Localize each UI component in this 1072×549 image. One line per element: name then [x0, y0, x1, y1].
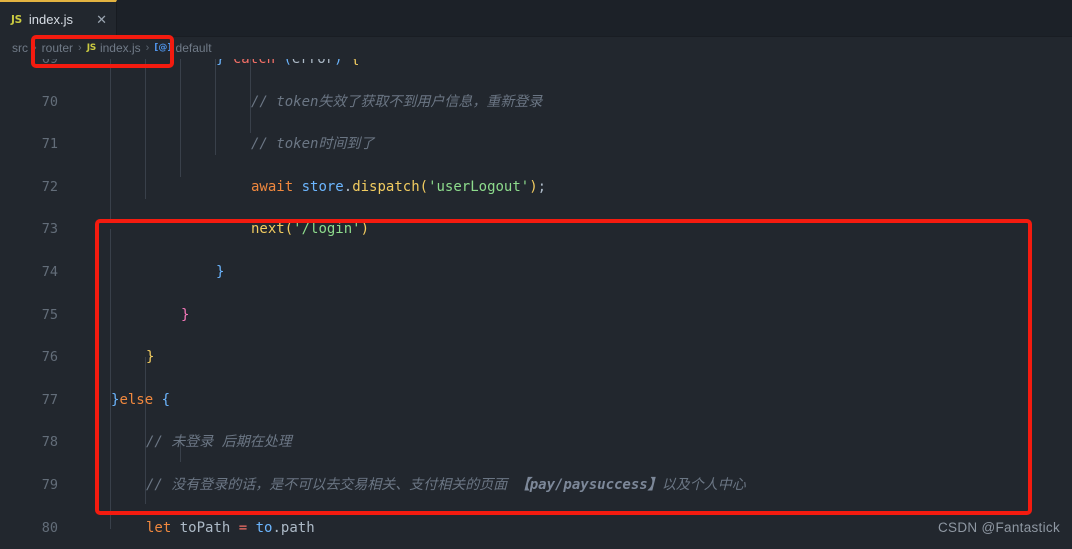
token-to: to [255, 519, 273, 536]
code-line[interactable]: 74 } [0, 262, 1072, 283]
breadcrumb-item-file[interactable]: index.js [100, 41, 141, 55]
code-editor[interactable]: 69 } catch (error) { 70 // token失效了获取不到用… [0, 59, 1072, 549]
chevron-right-icon: › [33, 42, 37, 54]
close-icon[interactable]: ✕ [96, 13, 107, 26]
code-comment: // token时间到了 [251, 136, 375, 153]
line-number: 72 [41, 178, 58, 195]
token-userlogout: 'userLogout' [428, 178, 530, 195]
code-line[interactable]: 71 // token时间到了 [0, 134, 1072, 155]
js-file-icon: JS [11, 13, 22, 26]
code-text: let toPath = to.path [146, 519, 315, 536]
code-line[interactable]: 69 } catch (error) { [0, 59, 1072, 70]
code-comment: // token失效了获取不到用户信息，重新登录 [251, 93, 543, 110]
code-text: await store.dispatch('userLogout'); [251, 178, 547, 195]
indent-guide [180, 59, 181, 177]
code-comment: // 没有登录的话，是不可以去交易相关、支付相关的页面 【pay/paysucc… [146, 475, 746, 496]
chevron-right-icon: › [78, 42, 82, 54]
breadcrumb-item-symbol[interactable]: default [176, 41, 212, 55]
token-next: next [251, 221, 285, 238]
watermark: CSDN @Fantastick [937, 520, 1060, 535]
comment-part-b: 【pay/paysuccess】 [515, 476, 662, 493]
line-number: 75 [41, 306, 58, 323]
code-text: } [181, 306, 190, 323]
code-line[interactable]: 78 // 未登录 后期在处理 [0, 432, 1072, 453]
vscode-window: JS index.js ✕ src › router › JS index.js… [0, 0, 1072, 549]
line-number: 73 [41, 221, 58, 238]
code-line[interactable]: 70 // token失效了获取不到用户信息，重新登录 [0, 92, 1072, 113]
line-number: 79 [41, 476, 58, 493]
js-file-icon: JS [86, 43, 97, 53]
line-number: 76 [41, 349, 58, 366]
breadcrumb-item-router[interactable]: router [42, 41, 73, 55]
code-text: }else { [111, 391, 171, 408]
line-number: 78 [41, 434, 58, 451]
comment-part-c: 以及个人中心 [661, 476, 746, 493]
token-else: else [119, 391, 154, 408]
token-path: path [280, 519, 315, 536]
tab-label: index.js [28, 12, 73, 27]
breadcrumb: src › router › JS index.js › [@] default [0, 37, 1072, 59]
code-text: } catch (error) { [216, 59, 359, 70]
token-let: let [146, 519, 172, 536]
line-number: 74 [41, 263, 58, 280]
token-login-path: '/login' [293, 221, 361, 238]
code-line[interactable]: 76 } [0, 347, 1072, 368]
code-line[interactable]: 73 next('/login') [0, 219, 1072, 240]
token-error: error [291, 59, 335, 67]
line-number: 71 [41, 136, 58, 153]
code-text: } [146, 349, 155, 366]
token-await: await [251, 178, 294, 195]
token-topath: toPath [179, 519, 231, 536]
code-text: next('/login') [251, 221, 370, 238]
code-line[interactable]: 80 let toPath = to.path [0, 518, 1072, 539]
editor-tab-bar: JS index.js ✕ [0, 0, 1072, 37]
line-number: 70 [41, 93, 58, 110]
code-line[interactable]: 75 } [0, 305, 1072, 326]
breadcrumb-item-src[interactable]: src [12, 41, 28, 55]
code-line[interactable]: 72 await store.dispatch('userLogout'); [0, 177, 1072, 198]
code-text: } [216, 263, 225, 280]
token-catch: catch [232, 59, 276, 67]
chevron-right-icon: › [145, 42, 150, 54]
code-comment: // 未登录 后期在处理 [146, 434, 292, 451]
editor-tab-index-js[interactable]: JS index.js ✕ [0, 0, 117, 37]
line-number: 80 [41, 519, 58, 536]
code-line[interactable]: 77 }else { [0, 390, 1072, 411]
symbol-icon: [@] [154, 43, 172, 53]
line-number: 69 [41, 59, 58, 67]
comment-part-a: // 没有登录的话，是不可以去交易相关、支付相关的页面 [146, 476, 516, 493]
code-line[interactable]: 79 // 没有登录的话，是不可以去交易相关、支付相关的页面 【pay/pays… [0, 475, 1072, 496]
line-number: 77 [41, 391, 58, 408]
token-store: store [301, 178, 344, 195]
token-dispatch: dispatch [352, 178, 420, 195]
